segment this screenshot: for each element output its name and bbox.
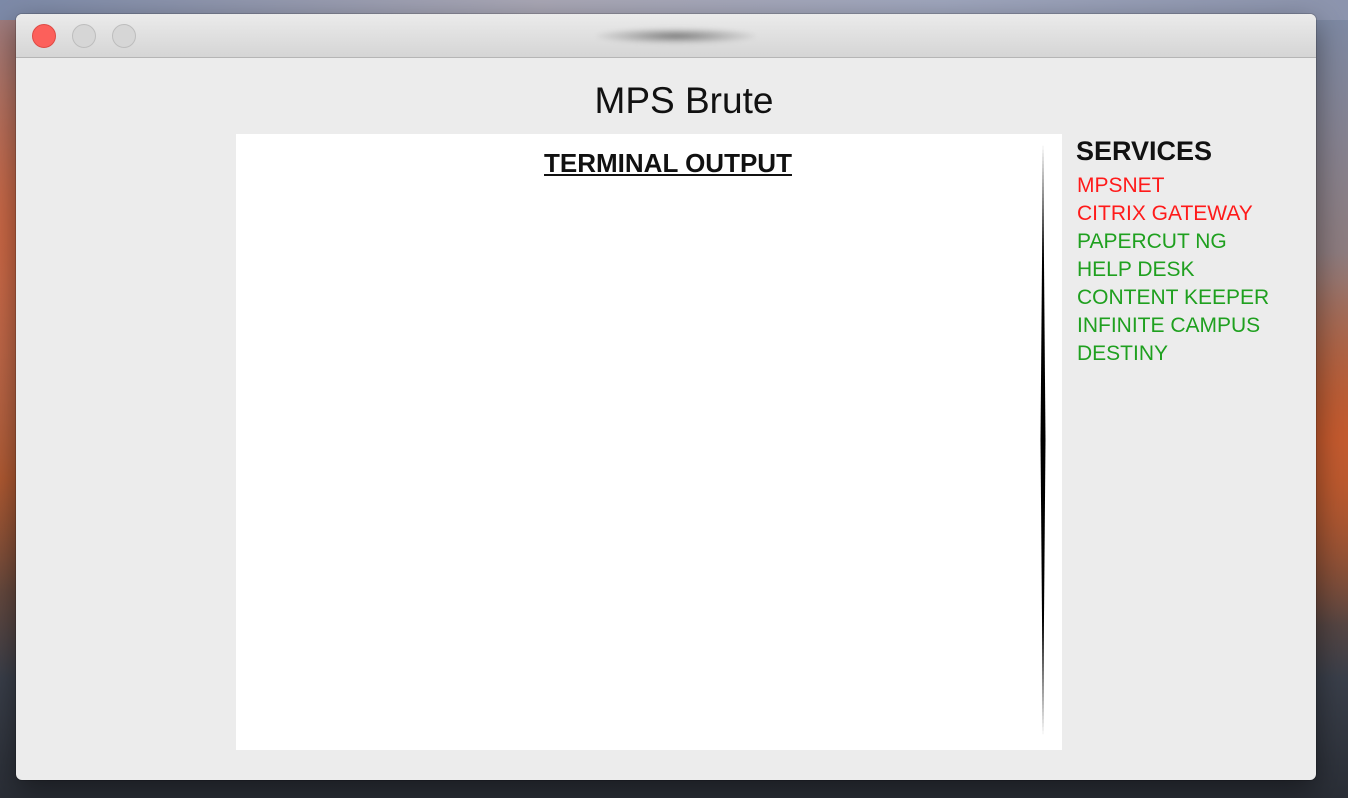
service-item-citrix-gateway[interactable]: CITRIX GATEWAY xyxy=(1076,200,1306,228)
service-item-help-desk[interactable]: HELP DESK xyxy=(1076,256,1306,284)
minimize-icon[interactable] xyxy=(72,24,96,48)
close-icon[interactable] xyxy=(32,24,56,48)
terminal-heading: TERMINAL OUTPUT xyxy=(544,148,792,178)
terminal-output-panel[interactable]: TERMINAL OUTPUT xyxy=(236,134,1062,750)
service-item-mpsnet[interactable]: MPSNET xyxy=(1076,172,1306,200)
window-titlebar[interactable] xyxy=(16,14,1316,58)
window-title xyxy=(596,28,756,44)
app-title: MPS Brute xyxy=(594,80,774,121)
service-item-papercut-ng[interactable]: PAPERCUT NG xyxy=(1076,228,1306,256)
app-window: MPS Brute TERMINAL OUTPUT SERVICES MPSNE… xyxy=(16,14,1316,780)
services-heading: SERVICES xyxy=(1076,136,1213,166)
services-panel: SERVICES MPSNET CITRIX GATEWAY PAPERCUT NG… xyxy=(1076,136,1306,368)
zoom-icon[interactable] xyxy=(112,24,136,48)
service-item-destiny[interactable]: DESTINY xyxy=(1076,340,1306,368)
vertical-scroller[interactable] xyxy=(1040,144,1046,736)
service-item-infinite-campus[interactable]: INFINITE CAMPUS xyxy=(1076,312,1306,340)
service-item-content-keeper[interactable]: CONTENT KEEPER xyxy=(1076,284,1306,312)
services-list: MPSNET CITRIX GATEWAY PAPERCUT NG HELP DESK… xyxy=(1076,172,1306,368)
